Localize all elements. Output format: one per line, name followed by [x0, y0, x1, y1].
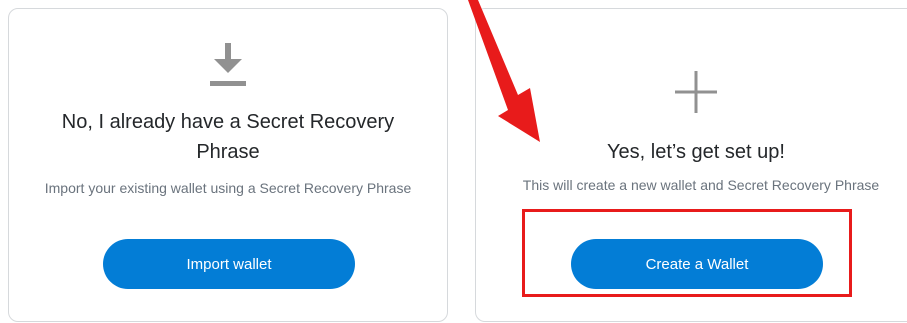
- import-card-description: Import your existing wallet using a Secr…: [44, 180, 412, 196]
- import-wallet-button[interactable]: Import wallet: [103, 239, 355, 289]
- import-card-title: No, I already have a Secret Recovery Phr…: [61, 111, 395, 163]
- download-icon: [210, 43, 246, 86]
- download-icon-wrap: [9, 41, 447, 89]
- create-card-description: This will create a new wallet and Secret…: [522, 177, 880, 193]
- import-wallet-card: No, I already have a Secret Recovery Phr…: [8, 8, 448, 322]
- highlight-box: [522, 209, 852, 297]
- onboarding-choice-screen: No, I already have a Secret Recovery Phr…: [0, 0, 907, 323]
- plus-icon: [675, 71, 717, 113]
- red-arrow-icon: [462, 0, 540, 142]
